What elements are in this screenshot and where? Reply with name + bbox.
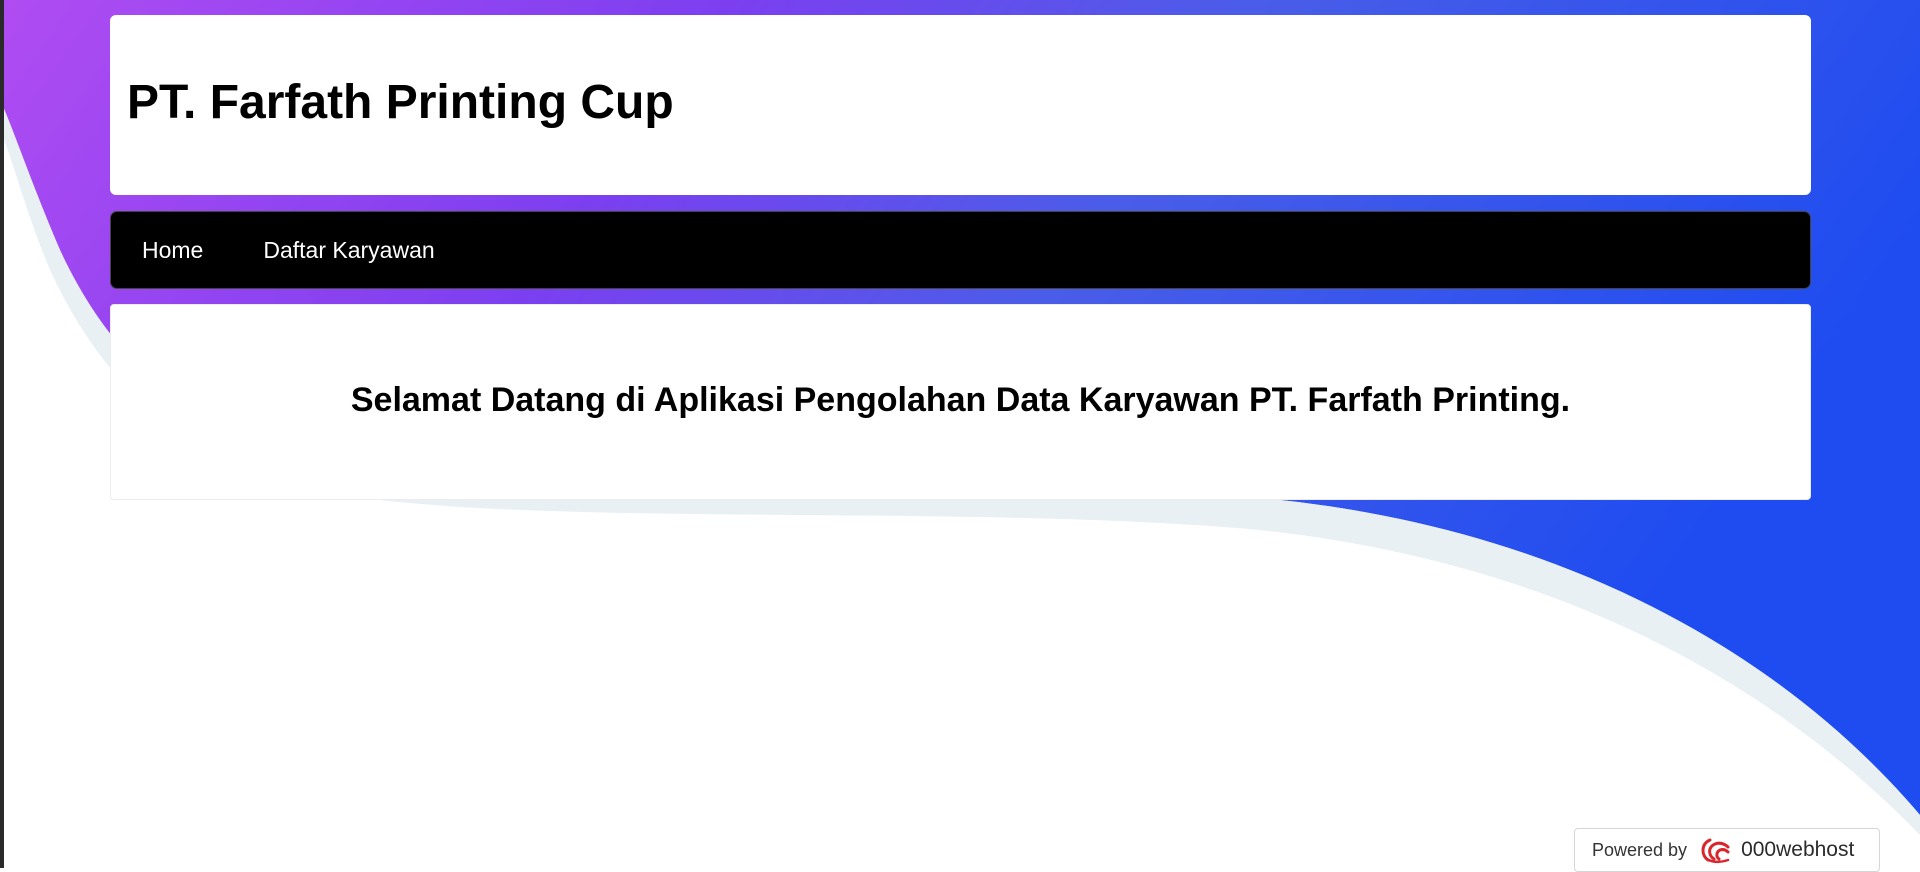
powered-by-badge[interactable]: Powered by 000webhost (1574, 828, 1880, 872)
site-title: PT. Farfath Printing Cup (127, 76, 674, 129)
nav-item-home[interactable]: Home (142, 233, 203, 268)
welcome-card: Selamat Datang di Aplikasi Pengolahan Da… (110, 304, 1811, 500)
powered-by-label: Powered by (1592, 839, 1688, 860)
000webhost-logo-icon (1698, 835, 1734, 865)
000webhost-brand: 000webhost (1741, 838, 1855, 861)
welcome-heading: Selamat Datang di Aplikasi Pengolahan Da… (350, 380, 1571, 419)
main-nav: Home Daftar Karyawan (110, 211, 1811, 289)
window-edge (0, 0, 4, 868)
nav-item-daftar-karyawan[interactable]: Daftar Karyawan (263, 233, 434, 268)
header-card: PT. Farfath Printing Cup (110, 15, 1811, 195)
